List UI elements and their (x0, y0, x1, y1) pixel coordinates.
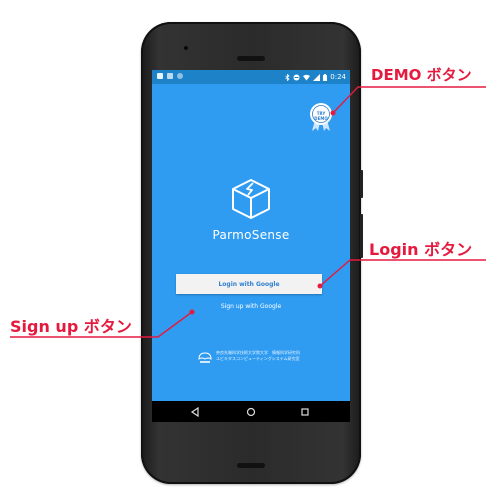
signup-callout-label: Sign up ボタン (10, 317, 132, 336)
signup-callout-dot (189, 309, 195, 315)
demo-callout-line (332, 86, 486, 114)
login-callout-dot (317, 283, 323, 289)
login-callout-label: Login ボタン (369, 240, 473, 259)
demo-callout-label: DEMO ボタン (371, 66, 472, 84)
login-callout-line (319, 259, 486, 287)
demo-callout-dot (330, 110, 336, 116)
